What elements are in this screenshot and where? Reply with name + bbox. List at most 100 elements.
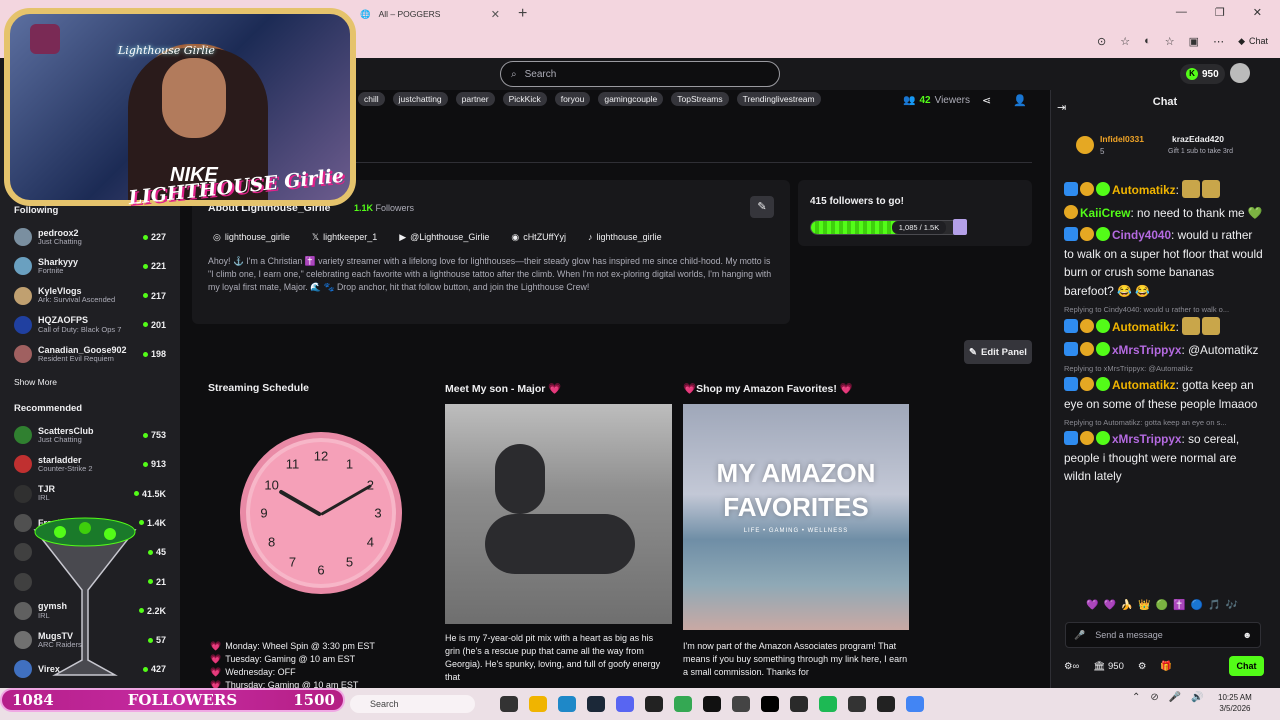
- about-bio: Ahoy! ⚓ I'm a Christian ✝️ variety strea…: [208, 256, 772, 292]
- discord-icon[interactable]: [616, 696, 634, 712]
- copilot-chat-button[interactable]: ◆ Chat: [1238, 36, 1268, 47]
- sidebar-channel[interactable]: TJR IRL 41.5K: [14, 481, 166, 507]
- social-label: lightkeeper_1: [323, 232, 378, 242]
- spotify-icon[interactable]: [819, 696, 837, 712]
- viewers-label: Viewers: [934, 95, 970, 106]
- chat-username[interactable]: xMrsTrippyx: [1112, 343, 1182, 357]
- user-avatar[interactable]: [1230, 63, 1250, 83]
- reader-icon[interactable]: ⊙: [1097, 35, 1106, 48]
- stream-tag[interactable]: TopStreams: [671, 92, 729, 106]
- stream-tag[interactable]: foryou: [554, 92, 591, 106]
- emote-icon: [1182, 317, 1201, 335]
- follow-icon[interactable]: 👤: [1013, 94, 1027, 107]
- network-icon[interactable]: ⊘: [1150, 692, 1158, 703]
- social-link[interactable]: ◎ lighthouse_girlie: [213, 232, 290, 243]
- points-wallet[interactable]: 🏛 950: [1093, 661, 1124, 672]
- emote-bar[interactable]: 💜💜🍌👑🟢✝️🔵🎵🎶: [1086, 600, 1243, 611]
- sidebar-channel[interactable]: ScattersClub Just Chatting 753: [14, 422, 166, 448]
- chrome2-icon[interactable]: [906, 696, 924, 712]
- chat-settings-icon[interactable]: ⚙∞: [1064, 661, 1079, 672]
- clock-minute-hand: [320, 484, 372, 516]
- chat-username[interactable]: Automatikz: [1112, 183, 1176, 197]
- channel-viewers: 45: [148, 547, 166, 557]
- edit-about-button[interactable]: ✎: [750, 196, 774, 218]
- gear-icon[interactable]: ⚙: [1138, 661, 1147, 672]
- emoji-icon[interactable]: ☻: [1243, 630, 1252, 640]
- microphone-icon[interactable]: 🎤: [1074, 630, 1085, 641]
- amazon-title: 💗Shop my Amazon Favorites! 💗: [683, 383, 853, 395]
- chrome-icon[interactable]: [674, 696, 692, 712]
- chat-message: KaiiCrew: no need to thank me 💚: [1064, 204, 1264, 223]
- stream-tag[interactable]: Trendinglivestream: [736, 92, 821, 106]
- obs-icon[interactable]: [877, 696, 895, 712]
- chat-badge-icon: [1064, 182, 1078, 196]
- chevron-up-icon[interactable]: ⌃: [1132, 692, 1140, 703]
- new-tab-icon[interactable]: +: [518, 5, 527, 23]
- maximize-icon[interactable]: ❐: [1215, 6, 1225, 19]
- sidebar-channel[interactable]: Sharkyyy Fortnite 221: [14, 253, 166, 279]
- stream-tag[interactable]: partner: [455, 92, 495, 106]
- clock-number: 11: [285, 456, 300, 472]
- close-tab-icon[interactable]: ✕: [491, 8, 500, 21]
- mic-tray-icon[interactable]: 🎤: [1169, 692, 1181, 703]
- sidebar-channel[interactable]: starladder Counter-Strike 2 913: [14, 451, 166, 477]
- gift-icon[interactable]: 🎁: [1160, 661, 1172, 672]
- collections-icon[interactable]: ☆: [1165, 35, 1175, 48]
- leaderboard-user-1[interactable]: Infidel0331: [1100, 134, 1144, 144]
- points-balance[interactable]: K 950: [1180, 64, 1225, 84]
- extension-icon[interactable]: ◐: [1144, 35, 1151, 47]
- chat-badge-icon: [1096, 227, 1110, 241]
- stream-tag[interactable]: chill: [358, 92, 385, 106]
- channel-viewers: 21: [148, 577, 166, 587]
- chat-username[interactable]: Automatikz: [1112, 320, 1176, 334]
- pencil-icon: ✎: [969, 346, 978, 358]
- edit-panel-button[interactable]: ✎ Edit Panel: [964, 340, 1032, 364]
- social-link[interactable]: ▶ @Lighthouse_Girlie: [399, 232, 489, 243]
- app3-icon[interactable]: [848, 696, 866, 712]
- system-clock[interactable]: 10:25 AM 3/5/2026: [1218, 692, 1252, 714]
- sidebar-channel[interactable]: pedroox2 Just Chatting 227: [14, 224, 166, 250]
- steam-icon[interactable]: [587, 696, 605, 712]
- chat-username[interactable]: xMrsTrippyx: [1112, 432, 1182, 446]
- sidebar-channel[interactable]: Canadian_Goose902 Resident Evil Requiem 19…: [14, 341, 166, 367]
- clock-date: 3/5/2026: [1219, 704, 1251, 713]
- file-explorer-icon[interactable]: [529, 696, 547, 712]
- browser-tab[interactable]: 🌐 All – POGGERS ✕: [350, 0, 510, 28]
- social-link[interactable]: ◉ cHtZUffYyj: [511, 232, 566, 243]
- social-link[interactable]: ♪ lighthouse_girlie: [588, 232, 662, 243]
- epic-games-icon[interactable]: [645, 696, 663, 712]
- share-icon[interactable]: ⋖: [982, 94, 991, 107]
- media-icon[interactable]: [732, 696, 750, 712]
- minimize-icon[interactable]: —: [1176, 6, 1187, 19]
- more-icon[interactable]: ⋯: [1213, 35, 1224, 48]
- volume-icon[interactable]: 🔊: [1191, 692, 1203, 703]
- taskbar-search[interactable]: Search: [350, 695, 475, 713]
- chat-input[interactable]: 🎤 Send a message ☻: [1065, 622, 1261, 648]
- schedule-item: 💗 Wednesday: OFF: [210, 666, 375, 679]
- youtube-icon: ▶: [399, 232, 407, 242]
- capcut-icon[interactable]: [761, 696, 779, 712]
- edge-icon[interactable]: [558, 696, 576, 712]
- chat-username[interactable]: KaiiCrew: [1080, 206, 1130, 220]
- leaderboard-user-2[interactable]: krazEdad420: [1172, 134, 1224, 144]
- schedule-text: Tuesday: Gaming @ 10 am EST: [225, 654, 356, 664]
- stream-tag[interactable]: gamingcouple: [598, 92, 664, 106]
- sidebar-channel[interactable]: KyleVlogs Ark: Survival Ascended 217: [14, 283, 166, 309]
- app-icon[interactable]: [703, 696, 721, 712]
- chat-username[interactable]: Automatikz: [1112, 378, 1176, 392]
- profile-icon[interactable]: ▣: [1189, 35, 1199, 48]
- favorite-icon[interactable]: ☆: [1120, 35, 1130, 48]
- sidebar-channel[interactable]: HQZAOFPS Call of Duty: Black Ops 7 201: [14, 312, 166, 338]
- stream-tag[interactable]: justchatting: [392, 92, 448, 106]
- app2-icon[interactable]: [790, 696, 808, 712]
- stream-tag[interactable]: PickKick: [502, 92, 547, 106]
- close-window-icon[interactable]: ✕: [1253, 6, 1262, 19]
- chat-username[interactable]: Cindy4040: [1112, 228, 1171, 242]
- task-view-icon[interactable]: [500, 696, 518, 712]
- chat-send-button[interactable]: Chat: [1229, 656, 1264, 676]
- amazon-favorites-image[interactable]: MY AMAZON FAVORITES LIFE • GAMING • WELL…: [683, 404, 909, 630]
- amazon-image-title: MY AMAZON FAVORITES: [716, 458, 876, 522]
- search-input[interactable]: ⌕ Search: [500, 61, 780, 87]
- show-more-link[interactable]: Show More: [14, 377, 57, 387]
- social-link[interactable]: 𝕏lightkeeper_1: [312, 232, 377, 243]
